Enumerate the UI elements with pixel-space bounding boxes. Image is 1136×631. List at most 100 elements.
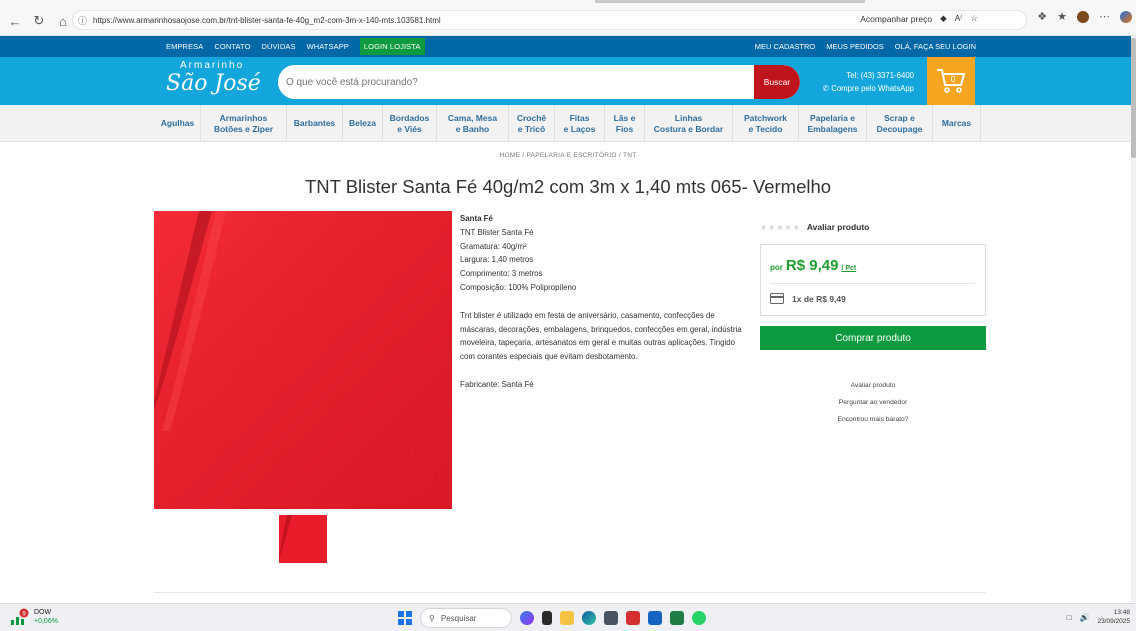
meus-pedidos-link[interactable]: MEUS PEDIDOS [826,42,884,51]
login-lojista-button[interactable]: LOGIN LOJISTA [359,38,425,55]
category-label: Marcas [941,118,972,128]
search-input[interactable] [278,65,754,99]
price-box: por R$ 9,49 / Pct 1x de R$ 9,49 [760,244,986,316]
cart-button[interactable]: 0 [927,57,975,105]
star-rating-icon: ★★★★★ [760,222,801,232]
screen: ← ↻ ⌂ ⓘ https://www.armarinhosaojose.com… [0,0,1136,631]
category-item[interactable]: Cama, Mesa e Banho [437,105,509,142]
profile-icon[interactable] [1077,10,1089,23]
taskbar-search[interactable]: ⚲ Pesquisar [420,608,512,628]
category-item[interactable]: Crochê e Tricô [509,105,555,142]
product-brand: Santa Fé [460,214,493,223]
nav-link-empresa[interactable]: EMPRESA [166,42,203,51]
edge-icon[interactable] [582,611,596,625]
network-icon[interactable]: □ [1067,613,1072,622]
category-item[interactable]: Lãs e Fios [605,105,645,142]
category-item[interactable]: Armarinhos Botões e Ziper [201,105,287,142]
rating[interactable]: ★★★★★ Avaliar produto [760,222,869,232]
spec-line: TNT Blister Santa Fé [460,227,534,237]
category-item[interactable]: Linhas Costura e Bordar [645,105,733,142]
category-item[interactable]: Fitas e Laços [555,105,605,142]
category-label: e Tricô [517,123,546,134]
category-item[interactable]: Marcas [933,105,981,142]
page-title: TNT Blister Santa Fé 40g/m2 com 3m x 1,4… [304,176,832,197]
category-label: Scrap e [884,112,915,123]
nav-link-contato[interactable]: CONTATO [214,42,250,51]
category-item[interactable]: Bordados e Viés [383,105,437,142]
category-label: Bordados [389,112,430,123]
whatsapp-icon: ✆ [822,84,832,93]
windows-start-icon[interactable] [398,611,412,625]
nav-link-duvidas[interactable]: DÚVIDAS [262,42,296,51]
clock-time: 13:48 [1113,609,1130,616]
favorites-icon[interactable]: ★ [1057,10,1067,23]
site-info-icon[interactable]: ⓘ [78,14,88,26]
excel-icon[interactable] [670,611,684,625]
outlook-icon[interactable] [648,611,662,625]
category-item[interactable]: Beleza [343,105,383,142]
product-image[interactable] [154,211,452,509]
divider [770,283,975,284]
read-aloud-icon[interactable]: A⁽ [955,13,963,24]
meu-cadastro-link[interactable]: MEU CADASTRO [755,42,815,51]
file-explorer-icon[interactable] [560,611,574,625]
clock[interactable]: 13:48 23/09/2025 [1097,608,1130,626]
category-label: Lãs e [613,112,636,123]
extensions-icon[interactable]: ❖ [1037,10,1047,23]
calculator-icon[interactable] [604,611,618,625]
whatsapp-link[interactable]: ✆ Compre pelo WhatsApp [812,82,914,95]
review-link[interactable]: Avaliar produto [760,378,986,395]
track-price-label: Acompanhar preço [860,13,933,24]
category-nav: Agulhas Armarinhos Botões e Ziper Barbantes… [0,105,1136,142]
cart-count: 0 [951,75,956,84]
pdf-reader-icon[interactable] [626,611,640,625]
category-label: Botões e Ziper [213,123,274,134]
reload-icon[interactable]: ↻ [28,10,50,32]
found-cheaper-link[interactable]: Encontrou mais barato? [760,412,986,429]
nav-link-whatsapp[interactable]: WHATSAPP [307,42,349,51]
category-item[interactable]: Scrap e Decoupage [867,105,933,142]
search-button[interactable]: Buscar [754,65,800,99]
category-label: e Laços [563,123,596,134]
category-item[interactable]: Papelaria e Embalagens [799,105,867,142]
task-view-icon[interactable] [542,611,552,625]
copilot-taskbar-icon[interactable] [520,611,534,625]
search-bar: Buscar [278,65,800,99]
spec-line: Gramatura: 40g/m² [460,241,527,251]
url-text: https://www.armarinhosaojose.com.br/tnt-… [93,15,441,25]
copilot-icon[interactable] [1120,10,1132,23]
clock-date: 23/09/2025 [1097,618,1130,625]
category-label: Patchwork [744,112,787,123]
category-label: Agulhas [160,118,195,128]
category-item[interactable]: Barbantes [287,105,343,142]
product-actions: Avaliar produto Perguntar ao vendedor En… [760,378,986,428]
whatsapp-taskbar-icon[interactable] [692,611,706,625]
logo-subtitle: Armarinho [180,60,245,71]
ask-seller-link[interactable]: Perguntar ao vendedor [760,395,986,412]
track-price[interactable]: Acompanhar preço ◆ A⁽ ☆ [860,13,978,24]
address-bar[interactable]: ⓘ https://www.armarinhosaojose.com.br/tn… [72,10,1027,30]
breadcrumb[interactable]: HOME / PAPELARIA E ESCRITÓRIO / TNT [0,152,1136,159]
favorite-icon[interactable]: ☆ [970,13,978,24]
home-icon[interactable]: ⌂ [52,10,74,32]
more-icon[interactable]: ⋯ [1099,10,1110,23]
page-scrollbar[interactable] [1131,36,1136,602]
volume-icon[interactable]: 🔊 [1079,613,1089,622]
scrollbar-thumb[interactable] [1131,38,1136,158]
stock-widget[interactable]: 9 DOW +0,06% [10,608,58,626]
price-prefix: por [770,263,783,272]
price-unit: / Pct [841,265,857,272]
logo-title: São José [166,71,261,96]
price-value: R$ 9,49 [785,257,839,274]
category-item[interactable]: Agulhas [155,105,201,142]
login-link[interactable]: OLÁ, FAÇA SEU LOGIN [895,42,976,51]
product-thumbnail[interactable] [279,515,327,563]
browser-toolbar: ← ↻ ⌂ ⓘ https://www.armarinhosaojose.com… [0,0,1136,36]
buy-button[interactable]: Comprar produto [760,326,986,350]
spec-line: Comprimento: 3 metros [460,269,543,279]
category-label: Armarinhos [219,112,268,123]
category-item[interactable]: Patchwork e Tecido [733,105,799,142]
category-label: Beleza [349,118,376,128]
back-icon[interactable]: ← [4,10,26,32]
category-label: Cama, Mesa [447,112,498,123]
